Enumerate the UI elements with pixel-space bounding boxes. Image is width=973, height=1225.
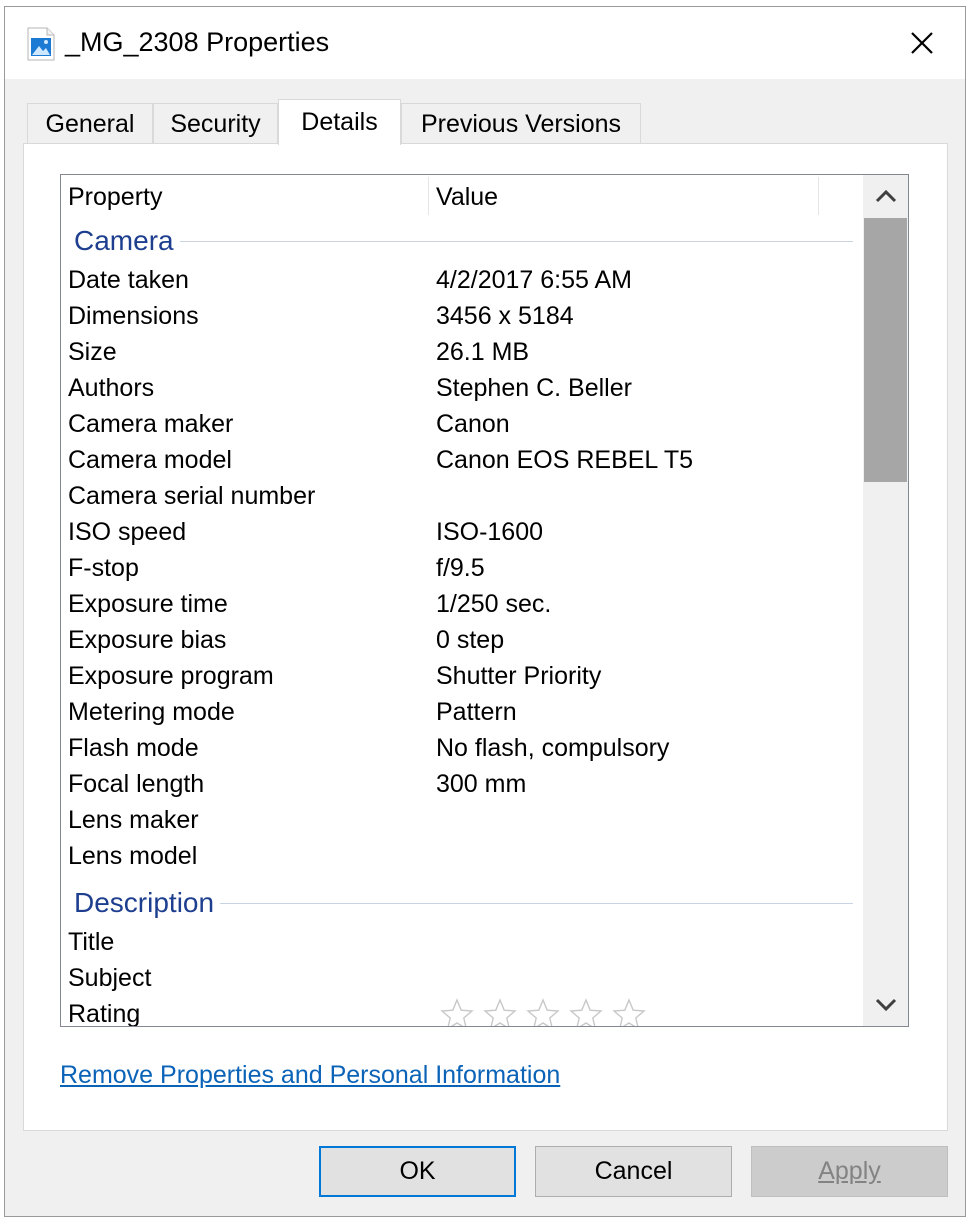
scroll-up-button[interactable] [863, 175, 908, 217]
cancel-button[interactable]: Cancel [535, 1146, 732, 1197]
property-value: 1/250 sec. [436, 590, 552, 618]
close-button[interactable] [879, 7, 965, 79]
property-value: f/9.5 [436, 554, 485, 582]
close-icon [911, 32, 933, 54]
apply-button-label: Apply [818, 1157, 881, 1185]
property-name: Camera model [68, 446, 232, 474]
property-row[interactable]: Camera maker Canon [61, 407, 863, 443]
property-value: No flash, compulsory [436, 734, 670, 762]
column-divider[interactable] [428, 177, 429, 215]
star-icon[interactable] [611, 997, 647, 1026]
group-description: Description [61, 883, 863, 923]
title-bar: _MG_2308 Properties [5, 7, 965, 79]
property-value: Shutter Priority [436, 662, 602, 690]
group-divider [74, 241, 853, 242]
column-header-property[interactable]: Property [68, 183, 162, 212]
tab-general[interactable]: General [27, 103, 153, 143]
property-name: Exposure program [68, 662, 274, 690]
property-name: F-stop [68, 554, 139, 582]
property-value: 3456 x 5184 [436, 302, 574, 330]
property-row[interactable]: Lens model [61, 839, 863, 875]
star-icon[interactable] [568, 997, 604, 1026]
property-value: Canon [436, 410, 510, 438]
tab-security[interactable]: Security [153, 103, 278, 143]
property-row[interactable]: Exposure time 1/250 sec. [61, 587, 863, 623]
property-row[interactable]: Camera model Canon EOS REBEL T5 [61, 443, 863, 479]
details-list-content: Property Value Camera Date taken 4/2/201… [61, 175, 863, 1026]
property-name: Camera maker [68, 410, 234, 438]
vertical-scrollbar[interactable] [863, 175, 908, 1026]
tab-previous-versions[interactable]: Previous Versions [401, 103, 641, 143]
property-row[interactable]: ISO speed ISO-1600 [61, 515, 863, 551]
property-row[interactable]: Dimensions 3456 x 5184 [61, 299, 863, 335]
property-name: Exposure bias [68, 626, 227, 654]
property-row[interactable]: Exposure program Shutter Priority [61, 659, 863, 695]
property-row[interactable]: Rating [61, 997, 863, 1026]
property-row[interactable]: Camera serial number [61, 479, 863, 515]
property-row[interactable]: Date taken 4/2/2017 6:55 AM [61, 263, 863, 299]
property-name: Dimensions [68, 302, 199, 330]
star-icon[interactable] [482, 997, 518, 1026]
column-header-value[interactable]: Value [436, 183, 498, 212]
property-name: Rating [68, 1000, 141, 1026]
property-name: Date taken [68, 266, 189, 294]
property-name: Subject [68, 964, 152, 992]
property-row[interactable]: Metering mode Pattern [61, 695, 863, 731]
chevron-up-icon [875, 189, 896, 203]
group-title: Camera [74, 225, 180, 257]
apply-button[interactable]: Apply [751, 1146, 948, 1197]
property-row[interactable]: Authors Stephen C. Beller [61, 371, 863, 407]
group-title: Description [74, 887, 221, 919]
property-name: Title [68, 928, 115, 956]
column-divider[interactable] [818, 177, 819, 215]
details-panel: Property Value Camera Date taken 4/2/201… [23, 143, 948, 1131]
ok-button[interactable]: OK [319, 1146, 516, 1197]
property-value: 300 mm [436, 770, 527, 798]
property-value: 0 step [436, 626, 505, 654]
star-icon[interactable] [525, 997, 561, 1026]
property-name: Flash mode [68, 734, 199, 762]
property-name: Exposure time [68, 590, 228, 618]
remove-properties-link[interactable]: Remove Properties and Personal Informati… [60, 1061, 560, 1090]
property-row[interactable]: Subject [61, 961, 863, 997]
property-row[interactable]: Focal length 300 mm [61, 767, 863, 803]
property-row[interactable]: Exposure bias 0 step [61, 623, 863, 659]
property-name: Metering mode [68, 698, 235, 726]
details-list[interactable]: Property Value Camera Date taken 4/2/201… [60, 174, 909, 1027]
image-file-icon [27, 27, 55, 61]
property-value: Pattern [436, 698, 517, 726]
scroll-thumb[interactable] [864, 218, 907, 482]
property-value: 4/2/2017 6:55 AM [436, 266, 632, 294]
property-name: Size [68, 338, 117, 366]
property-value: ISO-1600 [436, 518, 544, 546]
property-name: Camera serial number [68, 482, 316, 510]
scroll-down-button[interactable] [863, 984, 908, 1026]
property-name: Authors [68, 374, 155, 402]
rating-stars[interactable] [439, 997, 647, 1026]
column-header: Property Value [61, 175, 863, 219]
property-value: 26.1 MB [436, 338, 530, 366]
property-value: Stephen C. Beller [436, 374, 632, 402]
property-value: Canon EOS REBEL T5 [436, 446, 694, 474]
group-camera: Camera [61, 221, 863, 261]
property-row[interactable]: Lens maker [61, 803, 863, 839]
property-name: ISO speed [68, 518, 187, 546]
chevron-down-icon [875, 998, 896, 1012]
property-row[interactable]: Size 26.1 MB [61, 335, 863, 371]
property-name: Lens maker [68, 806, 199, 834]
tab-details[interactable]: Details [278, 99, 401, 145]
property-row[interactable]: Title [61, 925, 863, 961]
window-title: _MG_2308 Properties [65, 27, 330, 57]
property-name: Lens model [68, 842, 198, 870]
properties-dialog: _MG_2308 Properties General Security Det… [4, 6, 966, 1217]
property-row[interactable]: F-stop f/9.5 [61, 551, 863, 587]
property-name: Focal length [68, 770, 205, 798]
property-row[interactable]: Flash mode No flash, compulsory [61, 731, 863, 767]
star-icon[interactable] [439, 997, 475, 1026]
